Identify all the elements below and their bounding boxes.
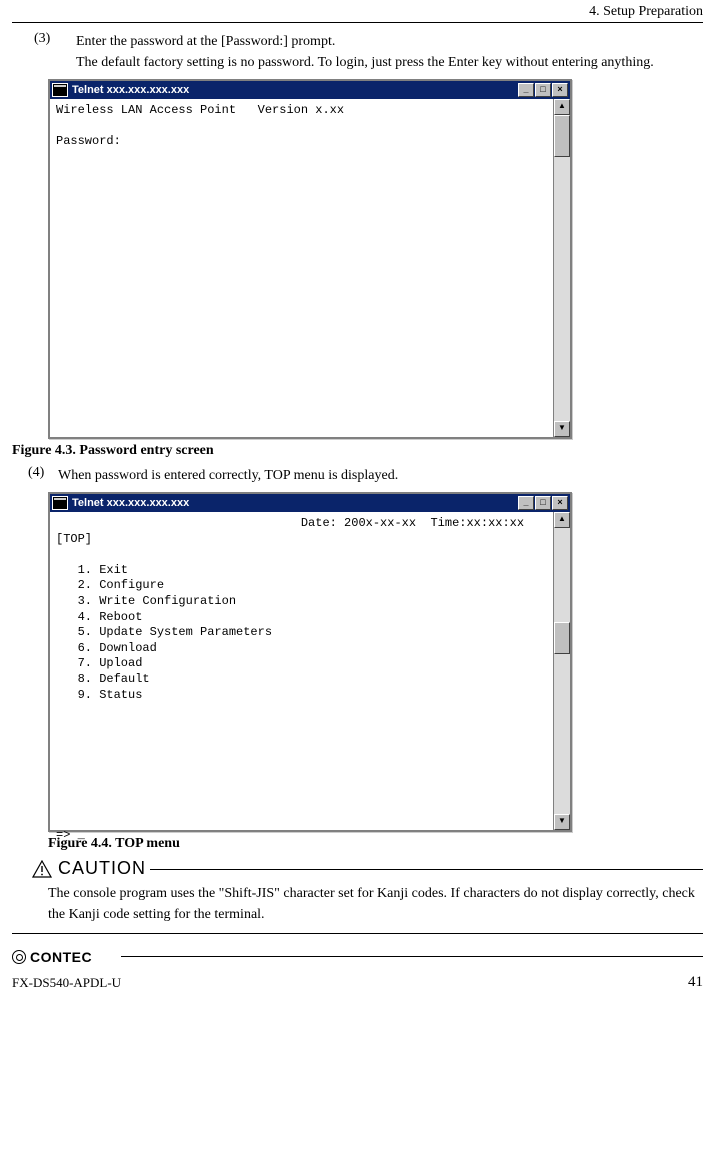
terminal-icon (52, 496, 68, 510)
title-bar: Telnet xxx.xxx.xxx.xxx _ □ × (50, 81, 570, 99)
telnet-content-password: Wireless LAN Access Point Version x.xx P… (50, 99, 553, 437)
page-number: 41 (688, 974, 703, 991)
close-button[interactable]: × (552, 83, 568, 97)
scrollbar[interactable]: ▲ ▼ (553, 99, 570, 437)
step-3-text: Enter the password at the [Password:] pr… (76, 31, 703, 73)
telnet-window-password: Telnet xxx.xxx.xxx.xxx _ □ × Wireless LA… (48, 79, 572, 439)
scroll-up-button[interactable]: ▲ (554, 99, 570, 115)
figure-4-3-caption: Figure 4.3. Password entry screen (12, 443, 703, 459)
title-bar-text: Telnet xxx.xxx.xxx.xxx (72, 84, 189, 96)
maximize-button[interactable]: □ (535, 496, 551, 510)
step-3-num: (3) (34, 31, 76, 73)
brand-name: CONTEC (30, 949, 92, 965)
step-3-line1: Enter the password at the [Password:] pr… (76, 34, 335, 49)
maximize-button[interactable]: □ (535, 83, 551, 97)
model-number: FX-DS540-APDL-U (12, 975, 121, 991)
step-4-text: When password is entered correctly, TOP … (58, 465, 703, 486)
caution-text: The console program uses the "Shift-JIS"… (48, 883, 703, 925)
step-3: (3) Enter the password at the [Password:… (34, 31, 703, 73)
page-header-section: 4. Setup Preparation (12, 0, 703, 23)
figure-4-4-caption: Figure 4.4. TOP menu (48, 836, 703, 852)
scroll-down-button[interactable]: ▼ (554, 421, 570, 437)
step-3-line2: The default factory setting is no passwo… (76, 55, 654, 70)
minimize-button[interactable]: _ (518, 83, 534, 97)
scroll-up-button[interactable]: ▲ (554, 512, 570, 528)
page-footer: CONTEC FX-DS540-APDL-U 41 (12, 956, 703, 991)
scroll-thumb[interactable] (554, 115, 570, 157)
terminal-icon (52, 83, 68, 97)
caution-label: CAUTION (58, 858, 146, 879)
caution-heading: CAUTION (32, 858, 703, 879)
close-button[interactable]: × (552, 496, 568, 510)
title-bar: Telnet xxx.xxx.xxx.xxx _ □ × (50, 494, 570, 512)
scroll-thumb[interactable] (554, 622, 570, 654)
step-4: (4) When password is entered correctly, … (28, 465, 703, 486)
scroll-down-button[interactable]: ▼ (554, 814, 570, 830)
minimize-button[interactable]: _ (518, 496, 534, 510)
telnet-window-top-menu: Telnet xxx.xxx.xxx.xxx _ □ × Date: 200x-… (48, 492, 572, 832)
title-bar-text: Telnet xxx.xxx.xxx.xxx (72, 497, 189, 509)
telnet-content-top-menu: Date: 200x-xx-xx Time:xx:xx:xx [TOP] 1. … (50, 512, 553, 830)
caution-icon (32, 860, 52, 878)
caution-bottom-rule (12, 933, 703, 934)
scrollbar[interactable]: ▲ ▼ (553, 512, 570, 830)
caution-rule (150, 869, 703, 870)
contec-logo-icon (12, 950, 26, 964)
step-4-num: (4) (28, 465, 58, 486)
